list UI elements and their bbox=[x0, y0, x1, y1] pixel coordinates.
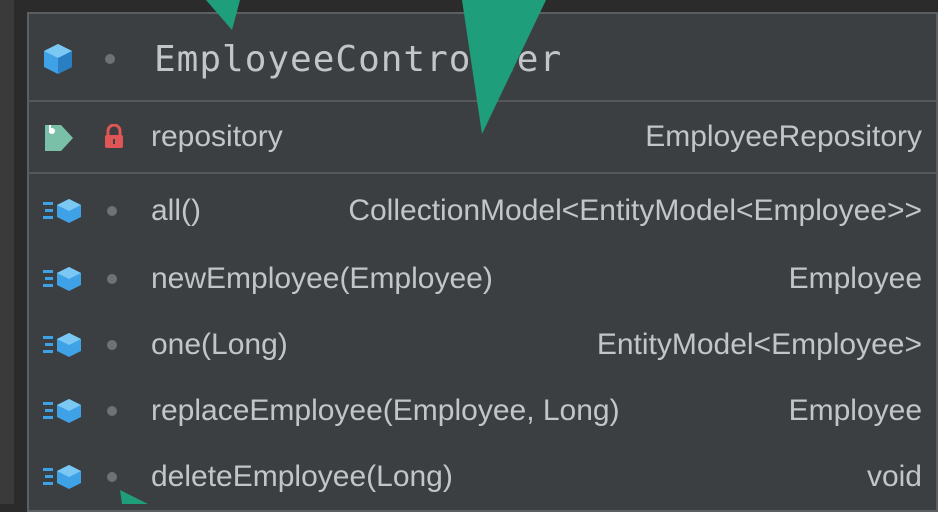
visibility-dot-icon bbox=[107, 406, 117, 416]
field-tag-icon bbox=[45, 125, 73, 151]
method-row-replaceemployee[interactable]: replaceEmployee(Employee, Long) Employee bbox=[29, 380, 936, 446]
private-lock-icon bbox=[105, 124, 123, 148]
fields-section: repository EmployeeRepository bbox=[29, 102, 936, 174]
method-icon bbox=[43, 199, 81, 223]
method-type: EntityModel<Employee> bbox=[596, 328, 922, 361]
method-icon bbox=[43, 333, 81, 357]
method-name: replaceEmployee(Employee, Long) bbox=[151, 394, 620, 427]
method-name: one(Long) bbox=[151, 328, 288, 361]
editor-gutter bbox=[0, 0, 14, 504]
method-type: Employee bbox=[788, 394, 922, 427]
method-row-deleteemployee[interactable]: deleteEmployee(Long) void bbox=[29, 446, 936, 512]
visibility-dot-icon bbox=[105, 54, 115, 64]
method-icon bbox=[43, 267, 81, 291]
method-row-all[interactable]: all() CollectionModel<EntityModel<Employ… bbox=[29, 180, 936, 246]
method-type: void bbox=[866, 460, 922, 493]
method-type: CollectionModel<EntityModel<Employee>> bbox=[348, 194, 922, 227]
field-name: repository bbox=[151, 120, 283, 153]
field-type: EmployeeRepository bbox=[645, 120, 922, 153]
method-row-one[interactable]: one(Long) EntityModel<Employee> bbox=[29, 314, 936, 380]
method-icon bbox=[43, 399, 81, 423]
visibility-dot-icon bbox=[107, 472, 117, 482]
method-name: deleteEmployee(Long) bbox=[151, 460, 453, 493]
visibility-dot-icon bbox=[107, 206, 117, 216]
method-name: newEmployee(Employee) bbox=[151, 262, 493, 295]
field-row[interactable]: repository EmployeeRepository bbox=[29, 106, 936, 172]
method-row-newemployee[interactable]: newEmployee(Employee) Employee bbox=[29, 248, 936, 314]
class-cube-icon bbox=[44, 44, 72, 74]
method-type: Employee bbox=[788, 262, 922, 295]
method-icon bbox=[43, 465, 81, 489]
visibility-dot-icon bbox=[107, 274, 117, 284]
uml-class-box[interactable]: EmployeeController repository EmployeeRe… bbox=[27, 12, 938, 512]
class-name: EmployeeController bbox=[154, 39, 563, 80]
diagram-canvas: EmployeeController repository EmployeeRe… bbox=[0, 0, 938, 512]
method-name: all() bbox=[151, 194, 201, 227]
visibility-dot-icon bbox=[107, 340, 117, 350]
class-header: EmployeeController bbox=[29, 14, 936, 102]
